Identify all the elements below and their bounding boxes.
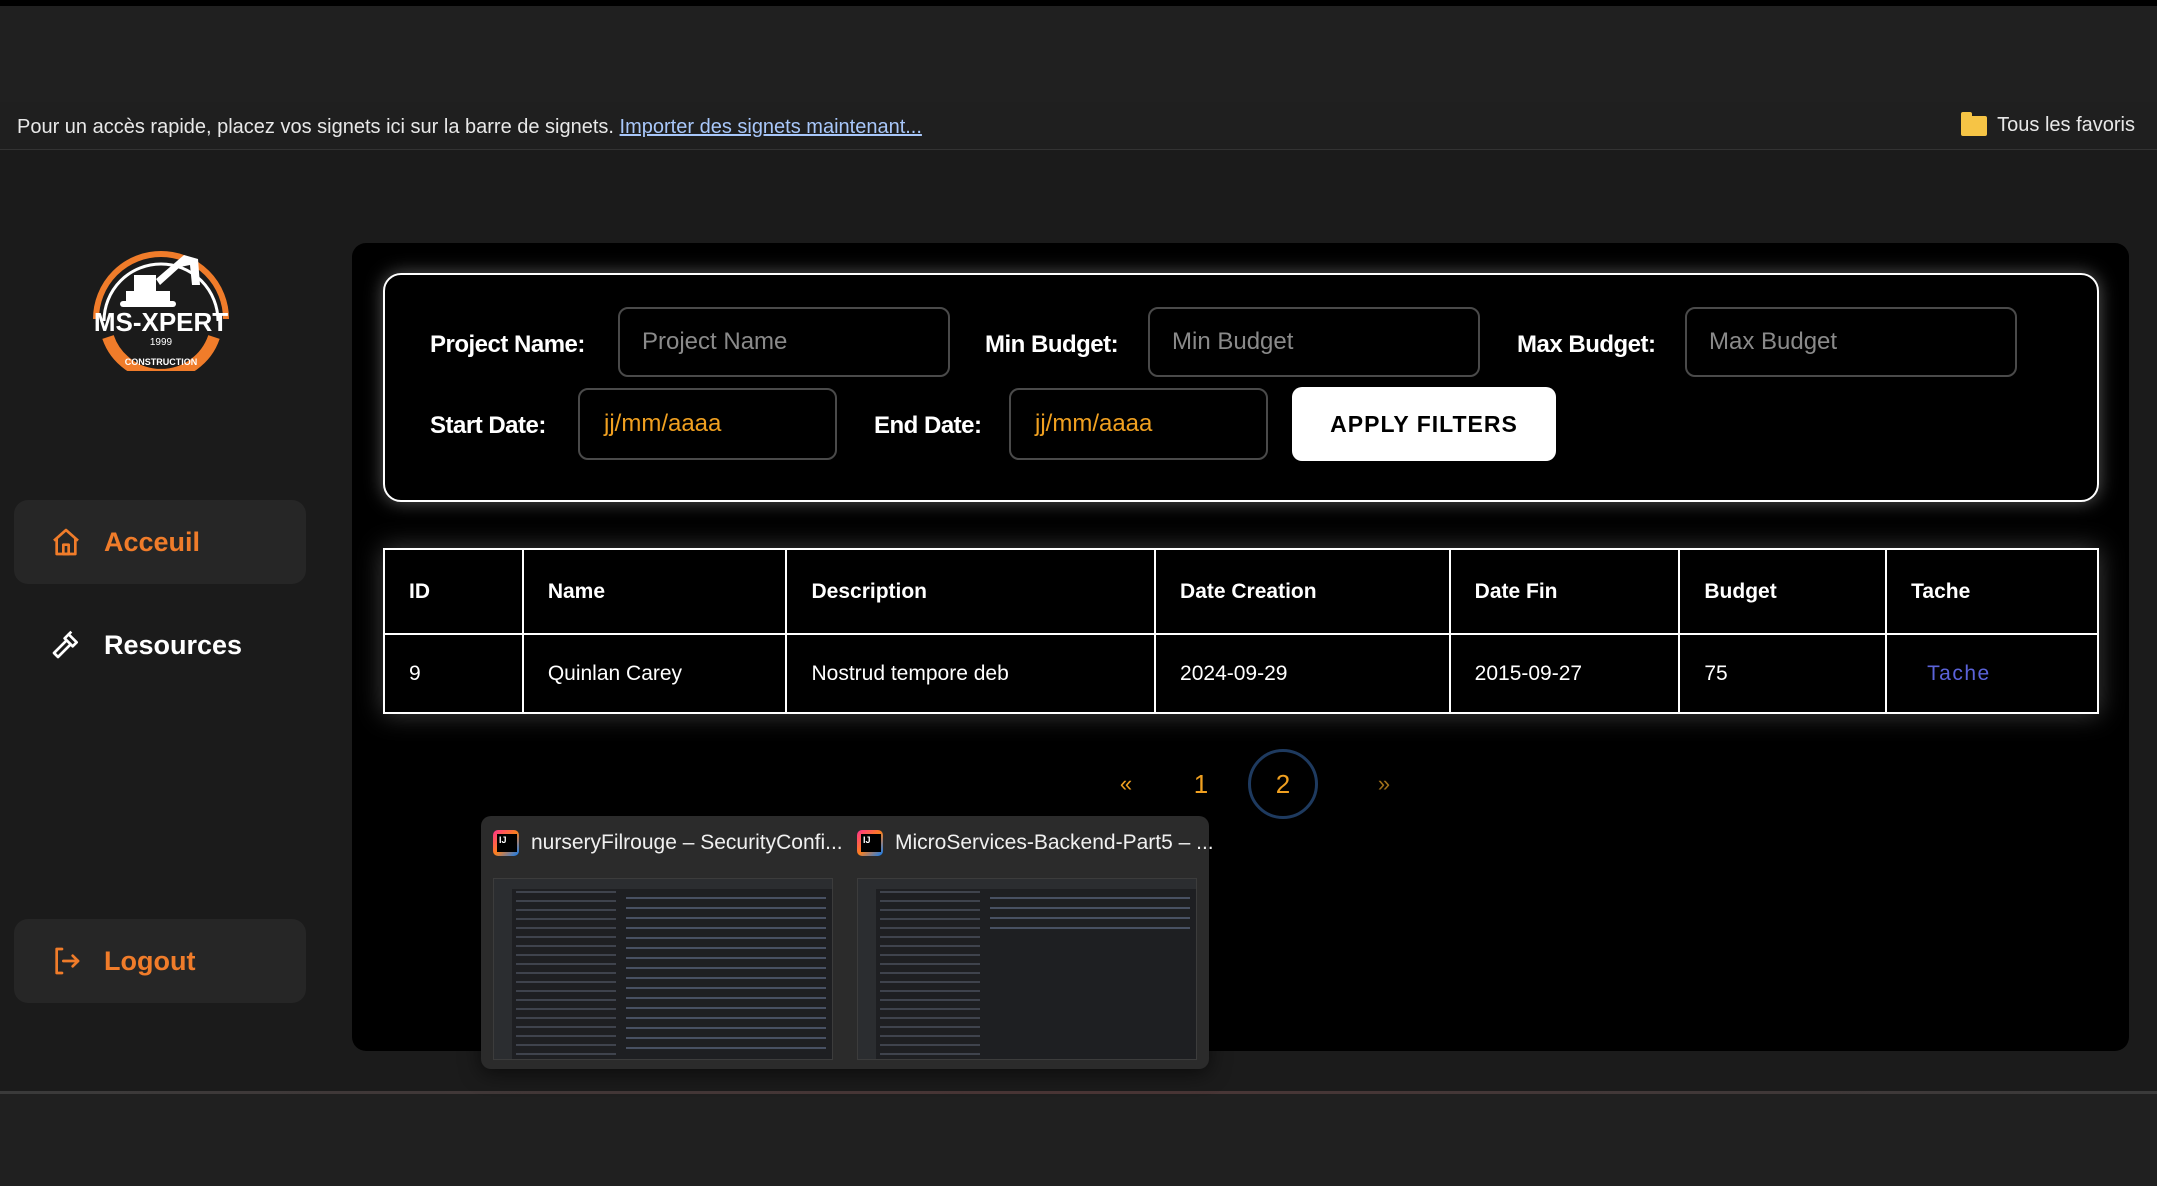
logout-label: Logout <box>104 945 196 976</box>
logo-subtitle: CONSTRUCTION <box>125 357 198 367</box>
cell-id: 9 <box>383 633 524 714</box>
bookmarks-message: Pour un accès rapide, placez vos signets… <box>17 116 922 139</box>
thumbnail-project-tree <box>516 891 616 1056</box>
logout-button[interactable]: Logout <box>14 919 306 1003</box>
bookmarks-message-text: Pour un accès rapide, placez vos signets… <box>17 116 614 138</box>
max-budget-input[interactable] <box>1685 307 2017 377</box>
cell-description: Nostrud tempore deb <box>785 633 1157 714</box>
preview-title: MicroServices-Backend-Part5 – ... <box>895 831 1214 854</box>
thumbnail-sidebar <box>858 879 876 1059</box>
thumbnail-code-area <box>626 897 826 1052</box>
column-header-budget: Budget <box>1678 548 1888 635</box>
filter-form: Project Name: Min Budget: Max Budget: St… <box>383 273 2099 502</box>
cell-budget: 75 <box>1678 633 1888 714</box>
sidebar-item-label: Acceuil <box>104 526 201 557</box>
preview-thumbnail <box>857 878 1197 1060</box>
thumbnail-sidebar <box>494 879 512 1059</box>
thumbnail-code-area <box>990 897 1190 937</box>
apply-filters-button[interactable]: APPLY FILTERS <box>1292 387 1556 461</box>
cell-name: Quinlan Carey <box>521 633 788 714</box>
project-name-input[interactable] <box>618 307 950 377</box>
tache-link[interactable]: Tache <box>1911 662 1991 685</box>
intellij-icon <box>493 830 519 856</box>
sidebar-item-label: Resources <box>104 629 243 660</box>
taskbar-preview-window-2[interactable]: MicroServices-Backend-Part5 – ... <box>845 816 1214 1069</box>
cell-date-fin: 2015-09-27 <box>1448 633 1681 714</box>
column-header-description: Description <box>785 548 1157 635</box>
pagination-next[interactable]: » <box>1354 754 1414 814</box>
end-date-label: End Date: <box>874 412 982 439</box>
column-header-id: ID <box>383 548 524 635</box>
min-budget-label: Min Budget: <box>985 331 1119 358</box>
cell-date-creation: 2024-09-29 <box>1154 633 1451 714</box>
pagination-page-1[interactable]: 1 <box>1171 754 1231 814</box>
taskbar-preview-window-1[interactable]: nurseryFilrouge – SecurityConfi... <box>481 816 845 1069</box>
column-header-date-creation: Date Creation <box>1154 548 1451 635</box>
taskbar <box>0 1094 2157 1186</box>
bookmarks-bar: Pour un accès rapide, placez vos signets… <box>0 102 2157 150</box>
table-header-row: ID Name Description Date Creation Date F… <box>383 548 2099 635</box>
hammer-icon <box>52 630 78 659</box>
preview-header: nurseryFilrouge – SecurityConfi... <box>493 830 843 856</box>
import-bookmarks-link[interactable]: Importer des signets maintenant... <box>620 116 922 138</box>
end-date-input[interactable]: jj/mm/aaaa <box>1009 388 1268 460</box>
projects-table: ID Name Description Date Creation Date F… <box>383 548 2099 714</box>
project-name-label: Project Name: <box>430 331 585 358</box>
pagination-prev[interactable]: « <box>1096 754 1156 814</box>
intellij-icon <box>857 830 883 856</box>
company-logo: MS-XPERT 1999 CONSTRUCTION <box>93 251 229 371</box>
cell-tache: Tache <box>1885 633 2099 714</box>
thumbnail-toolbar <box>858 879 1196 889</box>
folder-icon <box>1961 111 1988 136</box>
max-budget-label: Max Budget: <box>1517 331 1656 358</box>
sidebar-item-resources[interactable]: Resources <box>14 603 306 687</box>
start-date-label: Start Date: <box>430 412 546 439</box>
pagination: « 1 2 » <box>352 749 2129 819</box>
logo-year: 1999 <box>150 337 173 348</box>
logo-text: MS-XPERT <box>94 307 228 337</box>
thumbnail-toolbar <box>494 879 832 889</box>
preview-thumbnail <box>493 878 833 1060</box>
column-header-name: Name <box>521 548 788 635</box>
taskbar-window-preview: nurseryFilrouge – SecurityConfi... Micro… <box>481 816 1214 1069</box>
home-icon <box>53 528 79 556</box>
min-budget-input[interactable] <box>1148 307 1480 377</box>
browser-chrome <box>0 6 2157 104</box>
all-favorites-button[interactable]: Tous les favoris <box>1961 111 2135 137</box>
sidebar-item-acceuil[interactable]: Acceuil <box>14 500 306 584</box>
pagination-page-2-current[interactable]: 2 <box>1248 749 1318 819</box>
table-row: 9 Quinlan Carey Nostrud tempore deb 2024… <box>383 633 2099 714</box>
column-header-tache: Tache <box>1885 548 2099 635</box>
preview-header: MicroServices-Backend-Part5 – ... <box>857 830 1214 856</box>
all-favorites-label: Tous les favoris <box>1997 114 2135 136</box>
preview-title: nurseryFilrouge – SecurityConfi... <box>531 831 843 854</box>
sidebar: MS-XPERT 1999 CONSTRUCTION Acceuil Resou… <box>0 151 330 1091</box>
start-date-input[interactable]: jj/mm/aaaa <box>578 388 837 460</box>
logout-icon <box>55 947 80 975</box>
column-header-date-fin: Date Fin <box>1448 548 1681 635</box>
thumbnail-project-tree <box>880 891 980 1056</box>
